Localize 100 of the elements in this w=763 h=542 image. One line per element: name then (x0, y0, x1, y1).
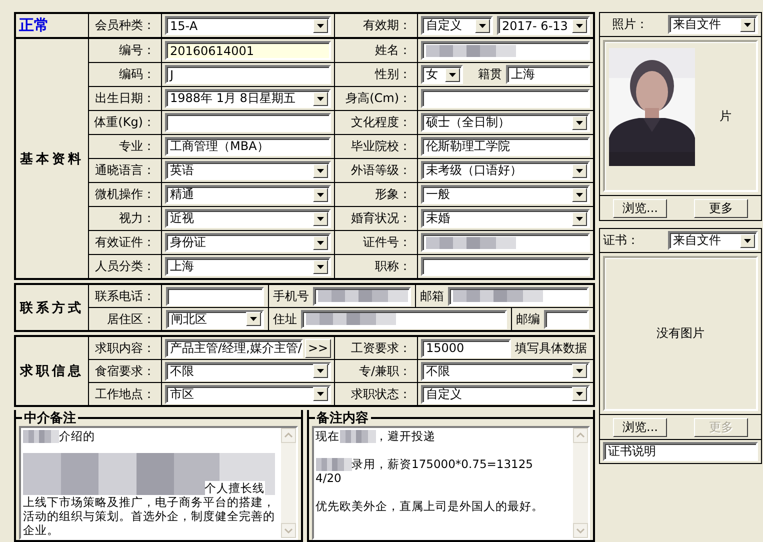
placeholder-text: 没有图片 (656, 325, 704, 342)
field-label: 求职状态： (351, 386, 411, 402)
redacted-text (340, 430, 376, 442)
notes-text-area[interactable]: 现在 ，避开投递 录用，薪资175000*0.75=13125 4/20 优先欧美外企，直属上司是外国人的最好。 (312, 426, 590, 540)
dropdown-button[interactable] (572, 18, 587, 32)
text-field[interactable] (448, 286, 589, 306)
text-field[interactable] (544, 310, 589, 328)
text-field[interactable]: 伦斯勒理工学院 (421, 137, 590, 156)
dropdown-button[interactable] (572, 364, 587, 378)
caret-icon (250, 317, 257, 321)
dropdown-button[interactable] (740, 18, 755, 32)
dropdown-button[interactable] (246, 312, 261, 326)
text-field[interactable]: 20160614001 (165, 41, 331, 60)
dropdown-field[interactable]: 女 (421, 65, 463, 84)
more-button[interactable]: 更多 (694, 198, 748, 218)
field-label: 人员分类： (95, 258, 155, 275)
dropdown-field[interactable]: 来自文件 (668, 231, 758, 250)
dropdown-field[interactable]: 近视 (165, 209, 331, 228)
caret-icon (576, 120, 583, 124)
dropdown-button[interactable] (313, 92, 328, 106)
caret-icon (576, 392, 583, 396)
note-text: 现在 (316, 429, 340, 443)
field-label: 职称： (375, 258, 411, 275)
dropdown-button[interactable] (313, 260, 328, 274)
field-label: 文化程度： (351, 114, 411, 131)
field-label: 姓名： (375, 42, 411, 59)
field-label: 有效期： (363, 17, 411, 34)
field-label: 有效证件： (95, 234, 155, 251)
note-text: 活动的组织与策划。首选外企，制度健全完善的 (23, 509, 275, 523)
dropdown-field[interactable]: 自定义 (421, 384, 590, 404)
dropdown-field[interactable]: 上海 (165, 257, 331, 276)
dropdown-button[interactable] (740, 234, 755, 248)
text-field[interactable] (421, 89, 590, 108)
text-field[interactable]: 上海 (506, 65, 590, 84)
text-field[interactable]: J (165, 65, 331, 84)
dropdown-field[interactable]: 15-A (165, 16, 331, 35)
status-label: 正常 (19, 16, 49, 35)
dropdown-button[interactable] (445, 68, 460, 82)
note-text: 个人擅长线 (204, 481, 264, 495)
dropdown-field[interactable]: 未婚 (421, 209, 590, 228)
dropdown-button[interactable] (572, 212, 587, 226)
field-label: 体重(Kg)： (94, 114, 155, 131)
dropdown-field[interactable]: 一般 (421, 185, 590, 204)
placeholder-text: 片 (720, 108, 732, 124)
dropdown-field[interactable]: 闸北区 (166, 310, 264, 328)
section-title: 基本资料 (20, 150, 84, 168)
caret-icon (317, 24, 324, 28)
caret-icon (317, 240, 324, 244)
browse-button[interactable]: 浏览... (613, 198, 668, 218)
caret-icon (479, 24, 486, 28)
dropdown-field[interactable]: 未考级（口语好） (421, 161, 590, 180)
dropdown-button[interactable] (313, 18, 328, 32)
dropdown-field[interactable]: 英语 (165, 161, 331, 180)
dropdown-field[interactable]: 1988年 1月 8日星期五 (165, 89, 331, 108)
browse-button[interactable]: 浏览... (613, 418, 668, 436)
field-label: 通晓语言： (95, 162, 155, 179)
dropdown-button[interactable] (572, 116, 587, 130)
dropdown-button[interactable] (313, 164, 328, 178)
dropdown-button[interactable] (572, 387, 587, 401)
caret-icon (317, 369, 324, 373)
field-label: 微机操作： (95, 186, 155, 203)
section-title: 联系方式 (20, 300, 84, 316)
dropdown-field[interactable]: 不限 (421, 362, 590, 380)
text-field[interactable] (421, 233, 590, 252)
text-field[interactable] (166, 286, 264, 306)
caret-icon (576, 24, 583, 28)
text-field[interactable]: 证书说明 (603, 442, 758, 461)
dropdown-field[interactable]: 2017- 6-13 (497, 16, 590, 35)
dropdown-button[interactable] (313, 236, 328, 250)
text-field[interactable] (421, 41, 590, 60)
dropdown-field[interactable]: 身份证 (165, 233, 331, 252)
field-label: 籍贯 (478, 66, 502, 83)
text-field[interactable] (421, 257, 590, 276)
text-field[interactable] (313, 286, 411, 306)
more-button[interactable]: >> (305, 338, 331, 358)
field-label: 求职内容： (95, 340, 155, 356)
dropdown-button[interactable] (313, 364, 328, 378)
field-label: 邮箱 (420, 288, 444, 304)
text-field[interactable]: 15000 (421, 338, 511, 358)
dropdown-field[interactable]: 自定义 (421, 16, 493, 35)
text-field[interactable] (301, 310, 507, 328)
dropdown-field[interactable]: 市区 (165, 384, 331, 404)
dropdown-button[interactable] (313, 212, 328, 226)
text-field[interactable]: 产品主管/经理,媒介主管/ (165, 338, 303, 358)
notes-text-area[interactable]: 介绍的 个人擅长线 上线下市场策略及推广，电子商务平台的搭建， 活动的组织与策划。首选外企，制度健全完善的 企业。 (19, 426, 298, 540)
dropdown-button[interactable] (313, 387, 328, 401)
field-label: 专/兼职： (358, 362, 411, 380)
dropdown-field[interactable]: 精通 (165, 185, 331, 204)
text-field[interactable]: 工商管理（MBA） (165, 137, 331, 156)
dropdown-button[interactable] (572, 188, 587, 202)
dropdown-field[interactable]: 不限 (165, 362, 331, 380)
note-text: 上线下市场策略及推广，电子商务平台的搭建， (23, 495, 275, 509)
field-label: 编号： (119, 42, 155, 59)
dropdown-button[interactable] (572, 164, 587, 178)
text-field[interactable] (165, 113, 331, 132)
dropdown-button[interactable] (313, 188, 328, 202)
dropdown-field[interactable]: 硕士（全日制） (421, 113, 590, 132)
dropdown-field[interactable]: 来自文件 (668, 15, 758, 34)
field-label: 性别： (375, 66, 411, 83)
dropdown-button[interactable] (475, 18, 490, 32)
